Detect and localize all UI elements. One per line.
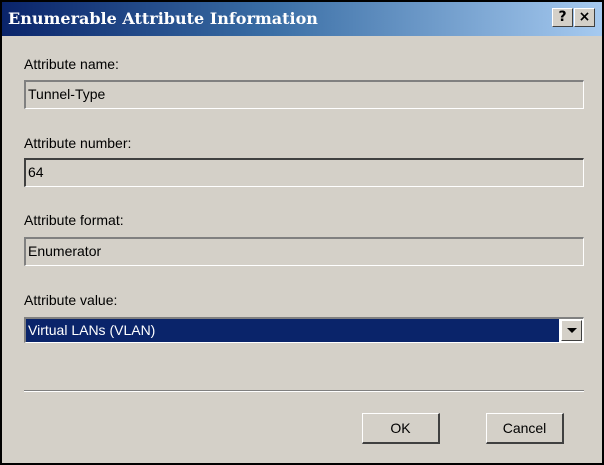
attribute-number-label: Attribute number: <box>24 135 132 151</box>
attribute-dialog: Enumerable Attribute Information ? × Att… <box>0 0 604 465</box>
window-title: Enumerable Attribute Information <box>8 9 318 28</box>
attribute-number-field: 64 <box>24 158 584 187</box>
attribute-value-selected[interactable]: Virtual LANs (VLAN) <box>26 319 559 342</box>
separator <box>24 390 584 392</box>
attribute-format-label: Attribute format: <box>24 212 124 228</box>
ok-button[interactable]: OK <box>362 413 440 444</box>
close-icon[interactable]: × <box>574 8 595 27</box>
attribute-format-field: Enumerator <box>24 237 584 266</box>
dropdown-arrow-glyph <box>567 328 577 333</box>
attribute-name-field: Tunnel-Type <box>24 80 584 109</box>
attribute-value-dropdown[interactable]: Virtual LANs (VLAN) <box>24 317 584 343</box>
title-bar[interactable]: Enumerable Attribute Information ? × <box>2 2 602 36</box>
help-icon[interactable]: ? <box>552 8 573 27</box>
chevron-down-icon[interactable] <box>561 320 582 341</box>
cancel-button[interactable]: Cancel <box>486 413 564 444</box>
attribute-name-label: Attribute name: <box>24 56 119 72</box>
attribute-value-label: Attribute value: <box>24 292 118 308</box>
